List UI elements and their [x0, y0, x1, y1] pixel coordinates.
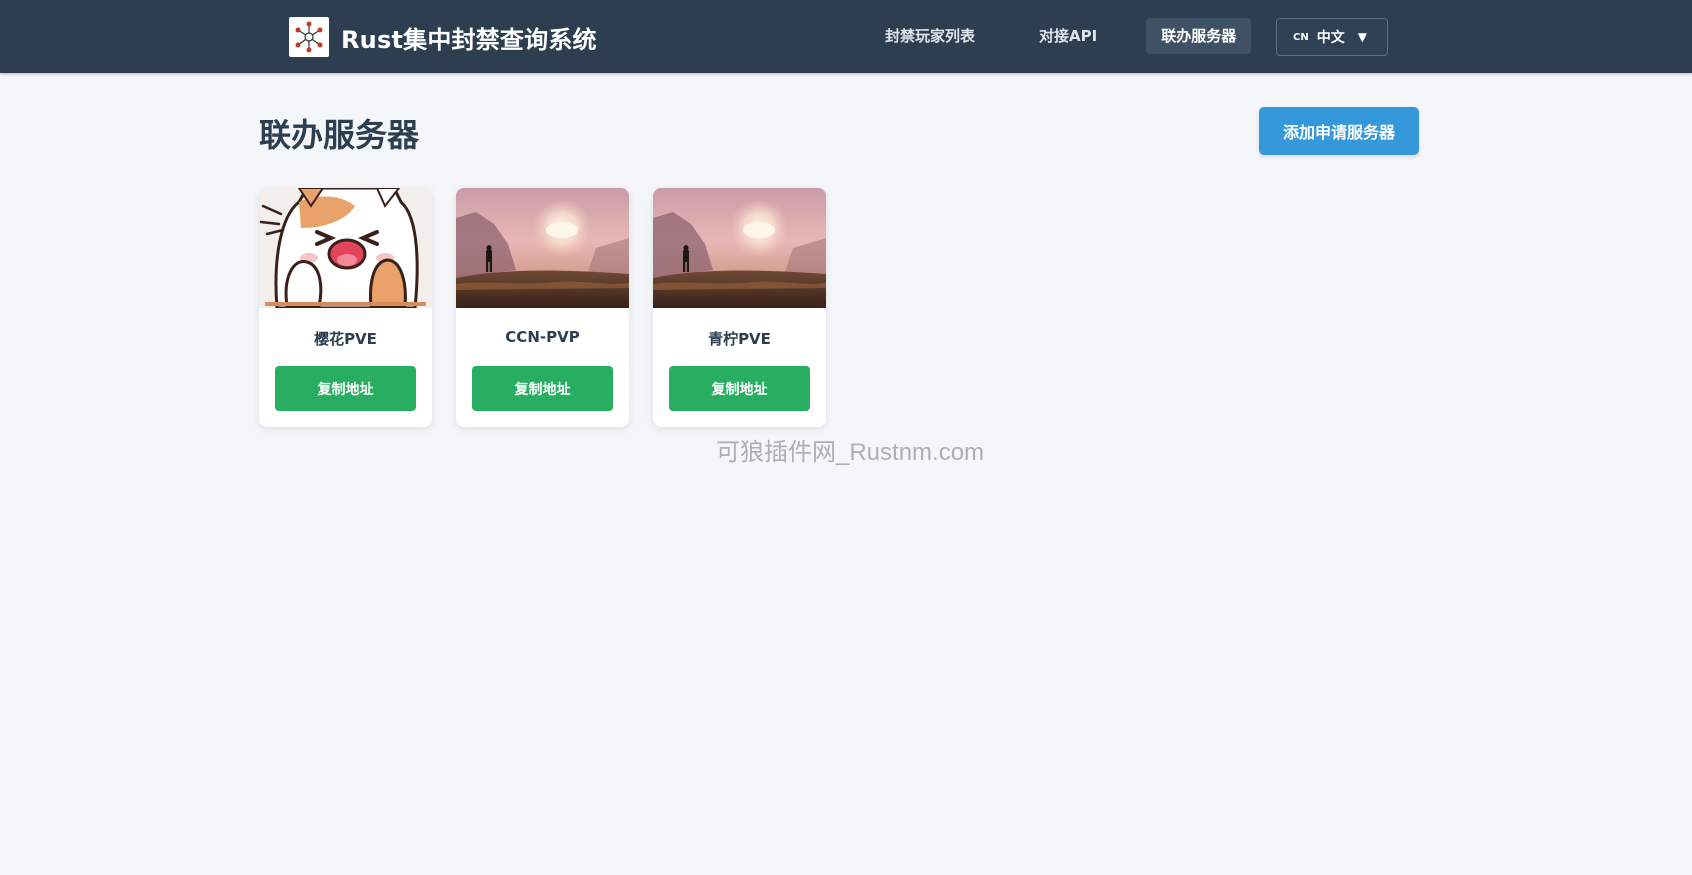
network-nodes-icon — [289, 17, 329, 57]
page-title: 联办服务器 — [259, 116, 420, 154]
cartoon-cat-image — [259, 188, 432, 308]
language-select[interactable]: CN 中文 ▼ — [1276, 18, 1388, 56]
language-code: CN — [1293, 31, 1309, 43]
watermark: 可狼插件网_Rustnm.com — [716, 439, 985, 466]
nav-api[interactable]: 对接API — [1024, 18, 1112, 54]
nav-partner-servers[interactable]: 联办服务器 — [1146, 18, 1252, 54]
top-navbar: Rust集中封禁查询系统 封禁玩家列表 对接API 联办服务器 CN 中文 ▼ — [0, 0, 1692, 73]
server-card: 樱花PVE 复制地址 — [259, 188, 432, 427]
copy-address-button[interactable]: 复制地址 — [669, 366, 810, 411]
server-card: 青柠PVE 复制地址 — [653, 188, 826, 427]
server-card: CCN-PVP 复制地址 — [456, 188, 629, 427]
add-server-button[interactable]: 添加申请服务器 — [1259, 107, 1419, 155]
server-name: 青柠PVE — [708, 330, 771, 348]
caret-down-icon: ▼ — [1357, 30, 1367, 44]
sunset-landscape-image — [653, 188, 826, 308]
server-name: 樱花PVE — [314, 330, 377, 348]
copy-address-button[interactable]: 复制地址 — [275, 366, 416, 411]
app-title: Rust集中封禁查询系统 — [341, 25, 597, 54]
brand[interactable]: Rust集中封禁查询系统 — [289, 17, 597, 57]
copy-address-button[interactable]: 复制地址 — [472, 366, 613, 411]
sunset-landscape-image — [456, 188, 629, 308]
nav-banned-players[interactable]: 封禁玩家列表 — [870, 18, 990, 54]
language-label: 中文 — [1316, 30, 1345, 46]
main-nav: 封禁玩家列表 对接API 联办服务器 — [870, 18, 1252, 54]
server-name: CCN-PVP — [505, 328, 580, 346]
